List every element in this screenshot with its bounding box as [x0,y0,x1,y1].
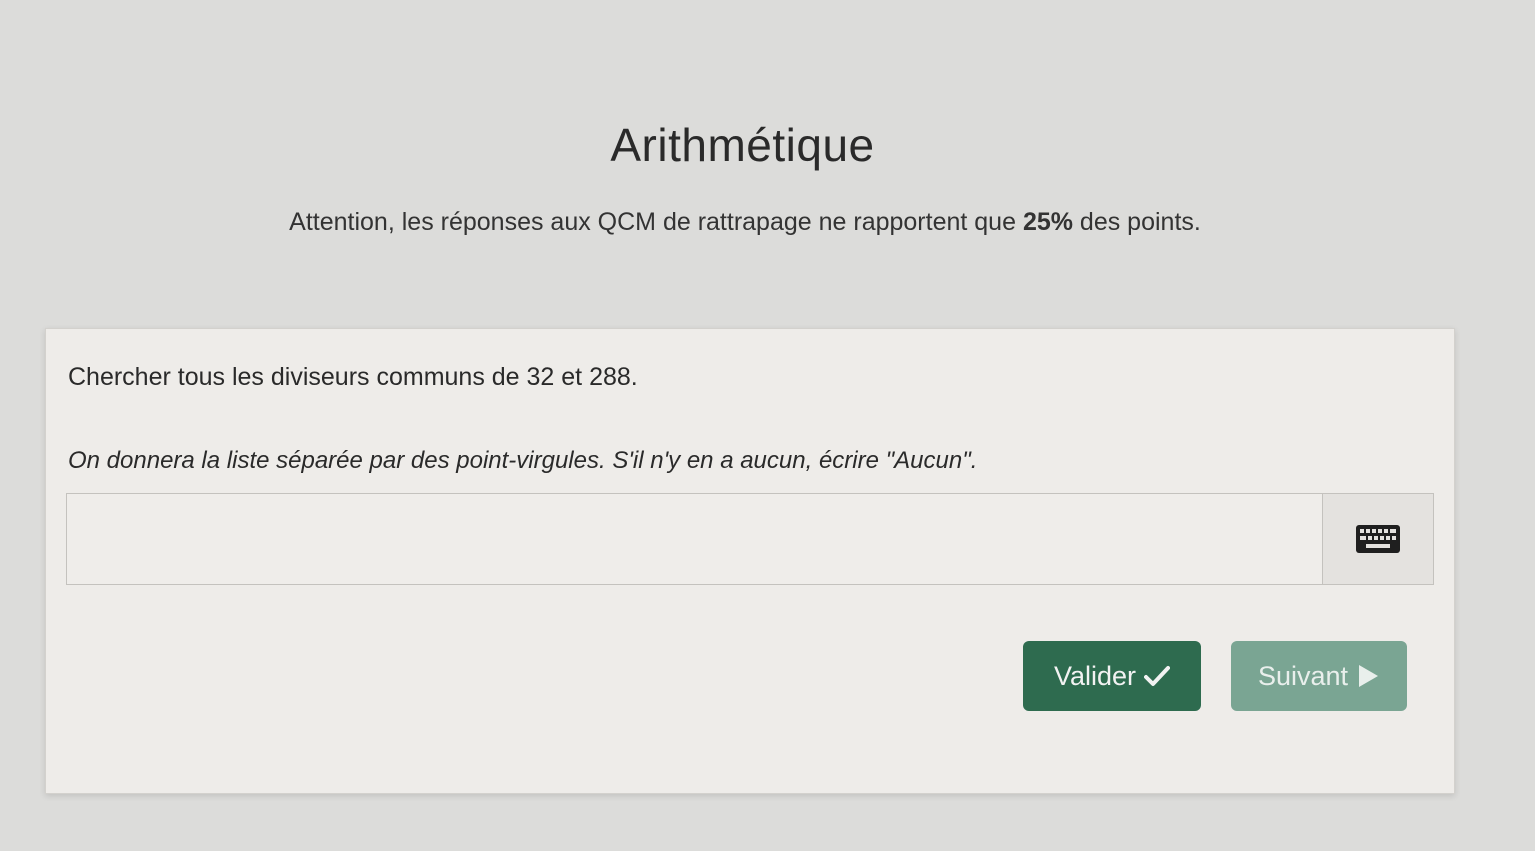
play-icon [1359,665,1379,687]
exercise-card: Chercher tous les diviseurs communs de 3… [45,328,1455,794]
page-title: Arithmétique [610,119,875,171]
answer-input-group [66,493,1434,585]
next-button[interactable]: Suivant [1231,641,1407,711]
notice-text: Attention, les réponses aux QCM de rattr… [0,208,1490,237]
validate-button-label: Valider [1053,660,1137,691]
next-button-label: Suivant [1257,660,1349,691]
keyboard-icon [1356,525,1400,553]
check-icon [1144,666,1171,686]
answer-input[interactable] [67,494,1322,584]
validate-button[interactable]: Valider [1023,641,1201,711]
notice-percentage: 25% [1022,208,1073,236]
notice-text-after: des points. [1072,208,1201,236]
notice-text-before: Attention, les réponses aux QCM de rattr… [289,208,1023,236]
instruction-text: On donnera la liste séparée par des poin… [68,447,978,474]
virtual-keyboard-button[interactable] [1322,494,1433,584]
question-text: Chercher tous les diviseurs communs de 3… [68,363,638,391]
